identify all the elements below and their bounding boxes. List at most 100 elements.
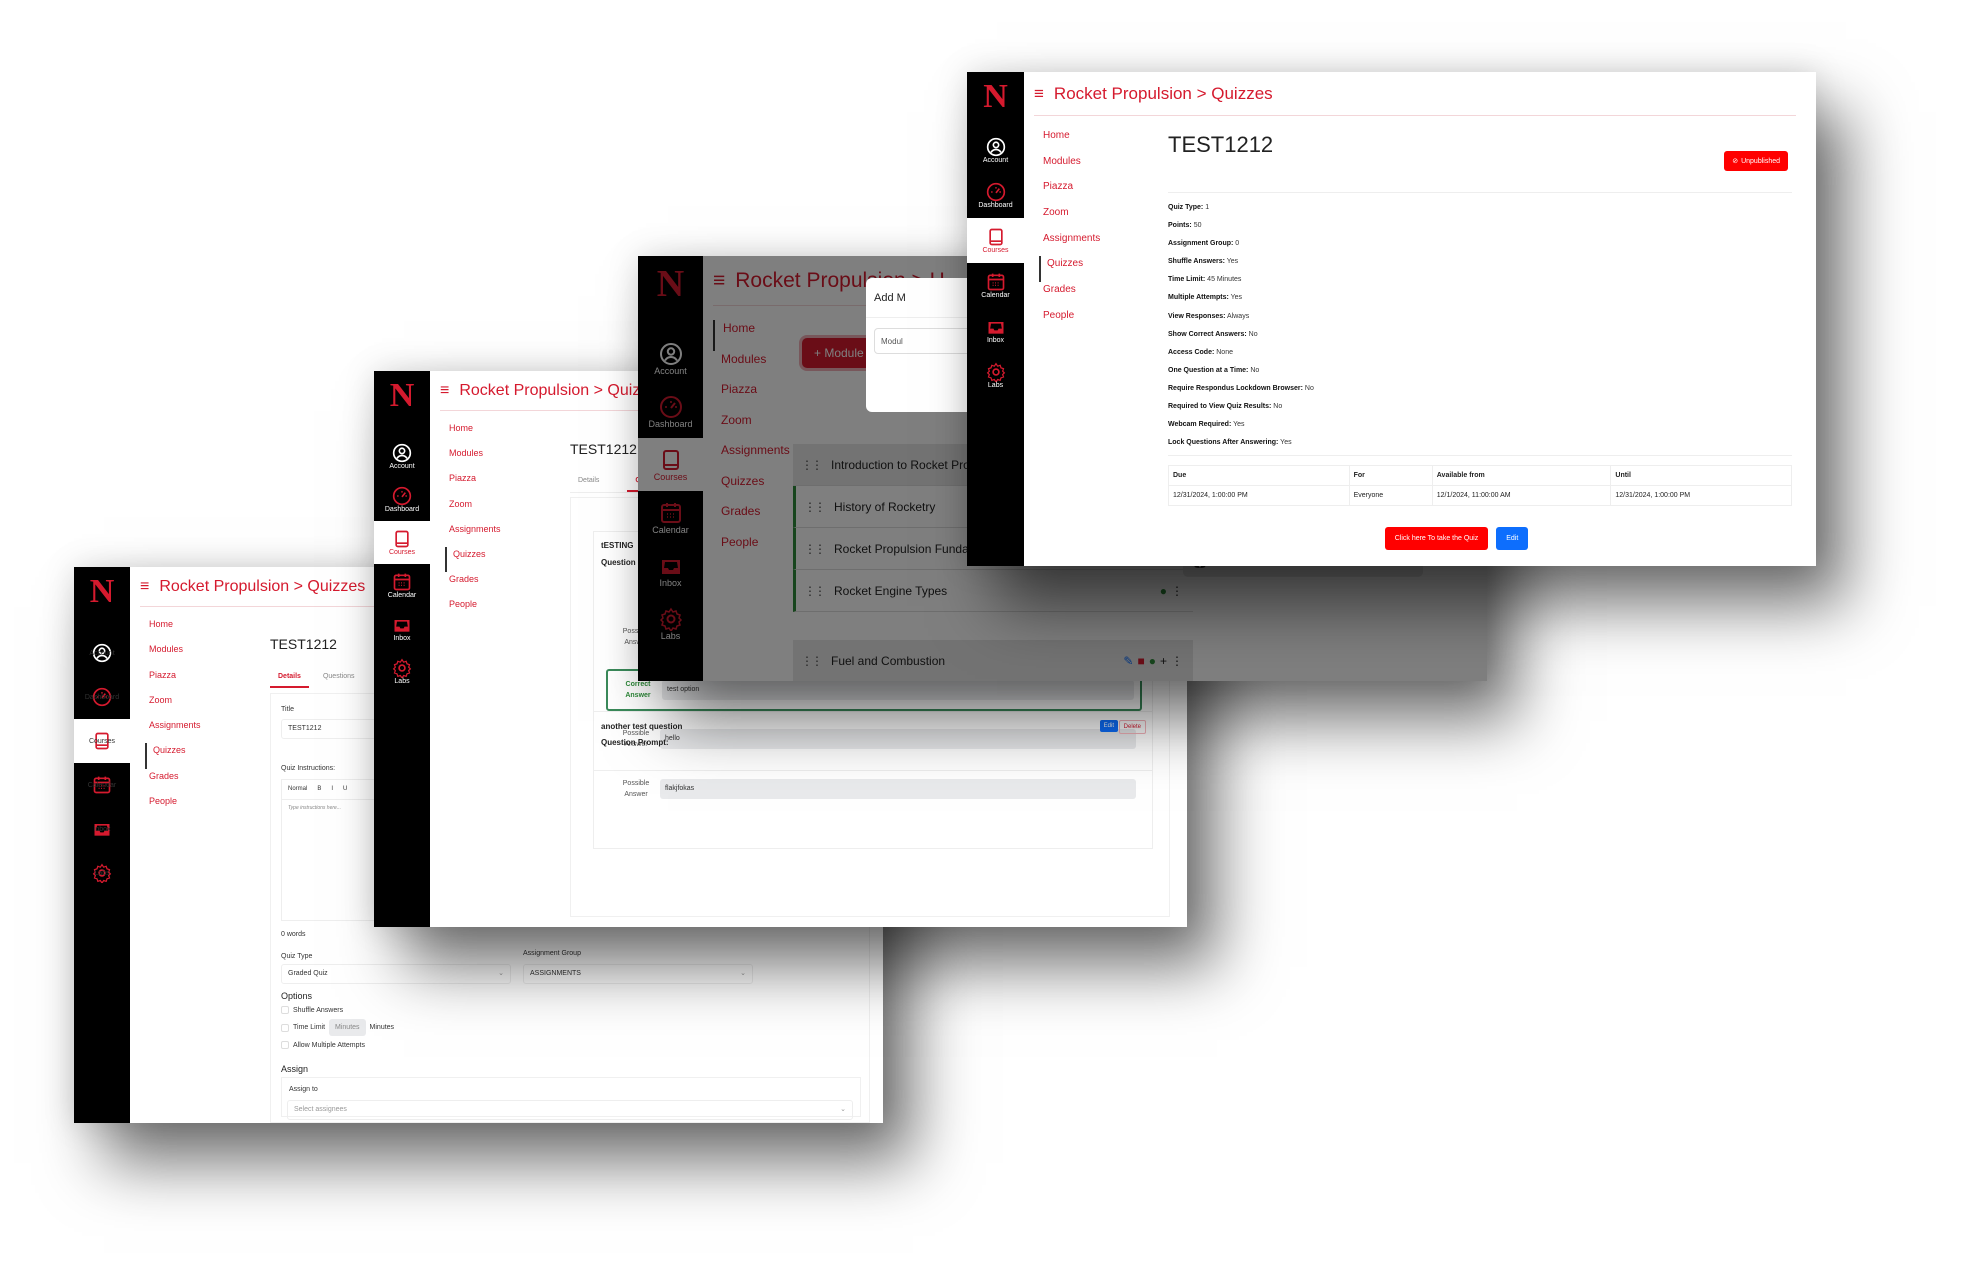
nav-dashboard[interactable]: Dashboard bbox=[74, 675, 130, 719]
nav-courses[interactable]: Courses bbox=[967, 218, 1024, 263]
cell-due: 12/31/2024, 1:00:00 PM bbox=[1168, 485, 1350, 506]
nav-labs[interactable]: Labs bbox=[967, 353, 1024, 398]
dashboard-icon bbox=[392, 486, 412, 506]
course-nav-piazza[interactable]: Piazza bbox=[447, 471, 501, 496]
chevron-down-icon: ⌄ bbox=[840, 1106, 846, 1113]
nav-inbox[interactable]: Inbox bbox=[967, 308, 1024, 353]
course-nav-zoom[interactable]: Zoom bbox=[1041, 205, 1100, 231]
hamburger-icon[interactable]: ≡ bbox=[1034, 84, 1044, 104]
course-nav-grades[interactable]: Grades bbox=[1041, 282, 1100, 308]
nav-dashboard[interactable]: Dashboard bbox=[374, 478, 430, 521]
account-icon bbox=[986, 137, 1006, 157]
university-logo[interactable]: N bbox=[983, 78, 1008, 128]
course-nav-assignments[interactable]: Assignments bbox=[447, 522, 501, 547]
hamburger-icon[interactable]: ≡ bbox=[140, 578, 149, 596]
course-nav-modules[interactable]: Modules bbox=[1041, 154, 1100, 180]
course-nav-people[interactable]: People bbox=[147, 794, 201, 819]
nav-labs[interactable]: Labs bbox=[374, 650, 430, 693]
nav-label: Account bbox=[389, 463, 415, 470]
col-for: For bbox=[1348, 465, 1433, 486]
university-logo[interactable]: N bbox=[90, 573, 115, 631]
property-label: Assignment Group: bbox=[1168, 240, 1234, 248]
take-quiz-button[interactable]: Click here To take the Quiz bbox=[1384, 527, 1489, 550]
nav-account[interactable]: Account bbox=[967, 128, 1024, 173]
property-row: Required to View Quiz Results: No bbox=[1168, 401, 1314, 419]
course-nav-quizzes[interactable]: Quizzes bbox=[445, 546, 501, 573]
course-nav-zoom[interactable]: Zoom bbox=[447, 497, 501, 522]
nav-courses[interactable]: Courses bbox=[74, 719, 130, 763]
breadcrumb[interactable]: Rocket Propulsion > Quizzes bbox=[1054, 84, 1273, 104]
course-nav-home[interactable]: Home bbox=[447, 421, 501, 446]
course-nav-people[interactable]: People bbox=[447, 597, 501, 622]
course-nav-quizzes[interactable]: Quizzes bbox=[1039, 256, 1100, 283]
property-row: One Question at a Time: No bbox=[1168, 365, 1314, 383]
bold-button[interactable]: B bbox=[317, 786, 321, 793]
property-value: 1 bbox=[1205, 204, 1210, 211]
style-select[interactable]: Normal bbox=[288, 786, 307, 793]
course-nav-piazza[interactable]: Piazza bbox=[147, 668, 201, 693]
course-nav-modules[interactable]: Modules bbox=[447, 446, 501, 471]
nav-label: Courses bbox=[982, 247, 1009, 254]
assignment-group-select[interactable]: ASSIGNMENTS ⌄ bbox=[523, 964, 753, 984]
hamburger-icon[interactable]: ≡ bbox=[440, 382, 449, 400]
property-value: No bbox=[1304, 384, 1314, 392]
course-nav-quizzes[interactable]: Quizzes bbox=[145, 743, 201, 769]
delete-question-button[interactable]: Delete bbox=[1118, 720, 1146, 734]
course-nav-zoom[interactable]: Zoom bbox=[147, 693, 201, 718]
nav-dashboard[interactable]: Dashboard bbox=[967, 173, 1024, 218]
course-nav-modules[interactable]: Modules bbox=[147, 642, 201, 667]
question-card: another test question Question Prompt: E… bbox=[593, 711, 1153, 771]
nav-calendar[interactable]: Calendar bbox=[74, 763, 130, 807]
property-value: Yes bbox=[1280, 439, 1292, 447]
title-label: Title bbox=[281, 706, 294, 713]
property-value: Yes bbox=[1226, 258, 1239, 266]
nav-courses[interactable]: Courses bbox=[374, 521, 430, 564]
breadcrumb[interactable]: Rocket Propulsion > Quizzes bbox=[459, 382, 665, 400]
property-label: Shuffle Answers: bbox=[1168, 258, 1225, 266]
nav-calendar[interactable]: Calendar bbox=[967, 263, 1024, 308]
edit-question-button[interactable]: Edit bbox=[1099, 720, 1118, 732]
nav-account[interactable]: Account bbox=[374, 435, 430, 478]
time-limit-input[interactable]: Minutes bbox=[329, 1019, 366, 1036]
course-nav-grades[interactable]: Grades bbox=[447, 572, 501, 597]
course-nav-grades[interactable]: Grades bbox=[147, 769, 201, 794]
nav-label: Calendar bbox=[981, 292, 1010, 299]
nav-labs[interactable]: Labs bbox=[74, 851, 130, 895]
nav-account[interactable]: Account bbox=[74, 631, 130, 675]
property-label: View Responses: bbox=[1168, 312, 1226, 320]
course-nav-people[interactable]: People bbox=[1041, 308, 1100, 334]
course-nav-piazza[interactable]: Piazza bbox=[1041, 179, 1100, 205]
italic-button[interactable]: I bbox=[331, 786, 333, 793]
breadcrumb[interactable]: Rocket Propulsion > Quizzes bbox=[159, 578, 365, 596]
underline-button[interactable]: U bbox=[343, 786, 347, 793]
checkbox-box[interactable] bbox=[281, 1023, 289, 1032]
tab-details[interactable]: Details bbox=[270, 667, 309, 688]
courses-icon bbox=[392, 529, 412, 549]
checkbox-box[interactable] bbox=[281, 1006, 289, 1014]
tab-details[interactable]: Details bbox=[570, 471, 607, 492]
course-nav-assignments[interactable]: Assignments bbox=[1041, 231, 1100, 257]
assignees-select[interactable]: Select assignees ⌄ bbox=[287, 1100, 853, 1120]
multiple-attempts-checkbox[interactable]: Allow Multiple Attempts bbox=[281, 1041, 365, 1049]
answer-input[interactable]: flakjfokas bbox=[660, 779, 1136, 799]
nav-inbox[interactable]: Inbox bbox=[74, 807, 130, 851]
university-logo[interactable]: N bbox=[390, 377, 415, 435]
tab-questions[interactable]: Questions bbox=[315, 667, 363, 688]
time-limit-checkbox[interactable]: Time Limit Minutes Minutes bbox=[281, 1019, 394, 1036]
status-label: Unpublished bbox=[1741, 157, 1780, 165]
shuffle-answers-checkbox[interactable]: Shuffle Answers bbox=[281, 1006, 343, 1014]
property-row: Multiple Attempts: Yes bbox=[1168, 292, 1314, 310]
answer-input[interactable]: test option bbox=[662, 680, 1134, 700]
property-label: Require Respondus Lockdown Browser: bbox=[1168, 384, 1303, 392]
unpublished-button[interactable]: ⊘ Unpublished bbox=[1724, 151, 1788, 171]
cell-until: 12/31/2024, 1:00:00 PM bbox=[1610, 485, 1792, 506]
nav-inbox[interactable]: Inbox bbox=[374, 607, 430, 650]
nav-calendar[interactable]: Calendar bbox=[374, 564, 430, 607]
course-nav-home[interactable]: Home bbox=[1041, 128, 1100, 154]
col-until: Until bbox=[1610, 465, 1792, 486]
course-nav-assignments[interactable]: Assignments bbox=[147, 718, 201, 743]
edit-quiz-button[interactable]: Edit bbox=[1496, 527, 1529, 550]
course-nav-home[interactable]: Home bbox=[147, 617, 201, 642]
checkbox-box[interactable] bbox=[281, 1041, 289, 1049]
quiz-type-select[interactable]: Graded Quiz ⌄ bbox=[281, 964, 511, 984]
